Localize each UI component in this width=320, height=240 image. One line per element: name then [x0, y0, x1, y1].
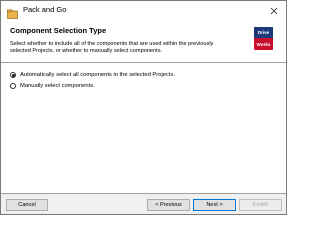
- option-manual[interactable]: Manually select components.: [10, 83, 95, 89]
- pack-and-go-icon: [7, 6, 18, 19]
- option-manual-label: Manually select components.: [20, 83, 95, 89]
- radio-automatic[interactable]: [10, 72, 16, 78]
- next-button[interactable]: Next >: [193, 199, 236, 211]
- pack-and-go-dialog: Pack and Go Component Selection Type Sel…: [0, 0, 287, 215]
- close-button[interactable]: [266, 3, 282, 19]
- radio-manual[interactable]: [10, 83, 16, 89]
- option-automatic[interactable]: Automatically select all components in t…: [10, 72, 175, 78]
- cancel-button[interactable]: Cancel: [6, 199, 48, 211]
- button-bar: Cancel < Previous Next > Finish: [1, 194, 286, 214]
- option-automatic-label: Automatically select all components in t…: [20, 72, 175, 78]
- wizard-header: Component Selection Type Select whether …: [1, 21, 286, 62]
- logo-text-bottom: Works: [256, 42, 271, 47]
- title-bar: Pack and Go: [1, 1, 286, 21]
- driveworks-logo: Drive Works: [254, 27, 273, 50]
- previous-button[interactable]: < Previous: [147, 199, 190, 211]
- options-panel: Automatically select all components in t…: [1, 63, 286, 193]
- page-description: Select whether to include all of the com…: [10, 41, 214, 55]
- finish-button[interactable]: Finish: [239, 199, 282, 211]
- window-title: Pack and Go: [23, 5, 67, 14]
- logo-text-top: Drive: [254, 27, 273, 38]
- close-icon: [270, 7, 278, 15]
- page-title: Component Selection Type: [10, 26, 107, 35]
